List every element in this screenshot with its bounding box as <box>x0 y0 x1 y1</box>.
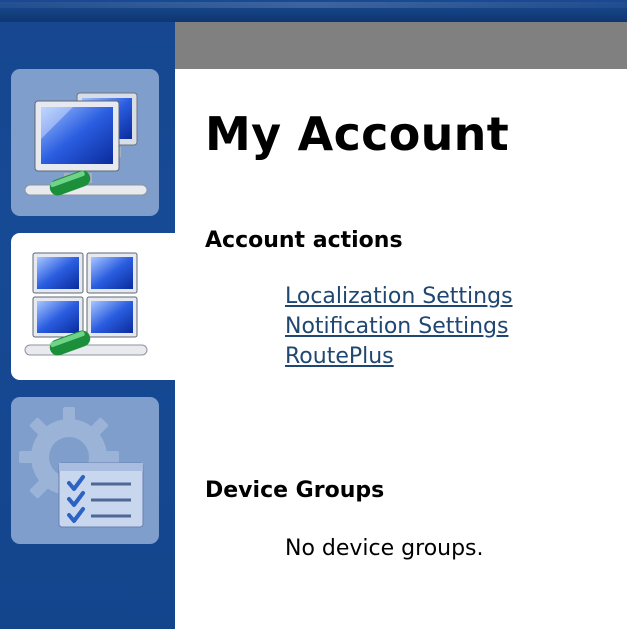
device-grid-icon <box>24 252 148 356</box>
list-item: Localization Settings <box>285 282 513 312</box>
app-window: My Account Account actions Localization … <box>0 0 627 629</box>
list-item: Notification Settings <box>285 312 513 342</box>
sidebar-item-network[interactable] <box>11 69 159 216</box>
routeplus-link[interactable]: RoutePlus <box>285 344 394 369</box>
network-computers-icon <box>24 92 148 196</box>
sidebar-item-settings[interactable] <box>11 397 159 544</box>
localization-settings-link[interactable]: Localization Settings <box>285 284 513 309</box>
device-groups-heading: Device Groups <box>205 478 385 503</box>
sidebar-item-devices[interactable] <box>11 233 186 380</box>
list-item: RoutePlus <box>285 342 513 372</box>
page-title: My Account <box>205 107 509 161</box>
header-strip <box>175 22 627 69</box>
account-actions-heading: Account actions <box>205 228 403 253</box>
account-actions-list: Localization Settings Notification Setti… <box>285 282 513 372</box>
device-groups-empty-message: No device groups. <box>285 536 484 561</box>
main-content: My Account Account actions Localization … <box>175 69 627 629</box>
sidebar <box>0 22 186 629</box>
settings-checklist-icon <box>19 407 144 528</box>
top-bar <box>0 0 627 22</box>
notification-settings-link[interactable]: Notification Settings <box>285 314 508 339</box>
